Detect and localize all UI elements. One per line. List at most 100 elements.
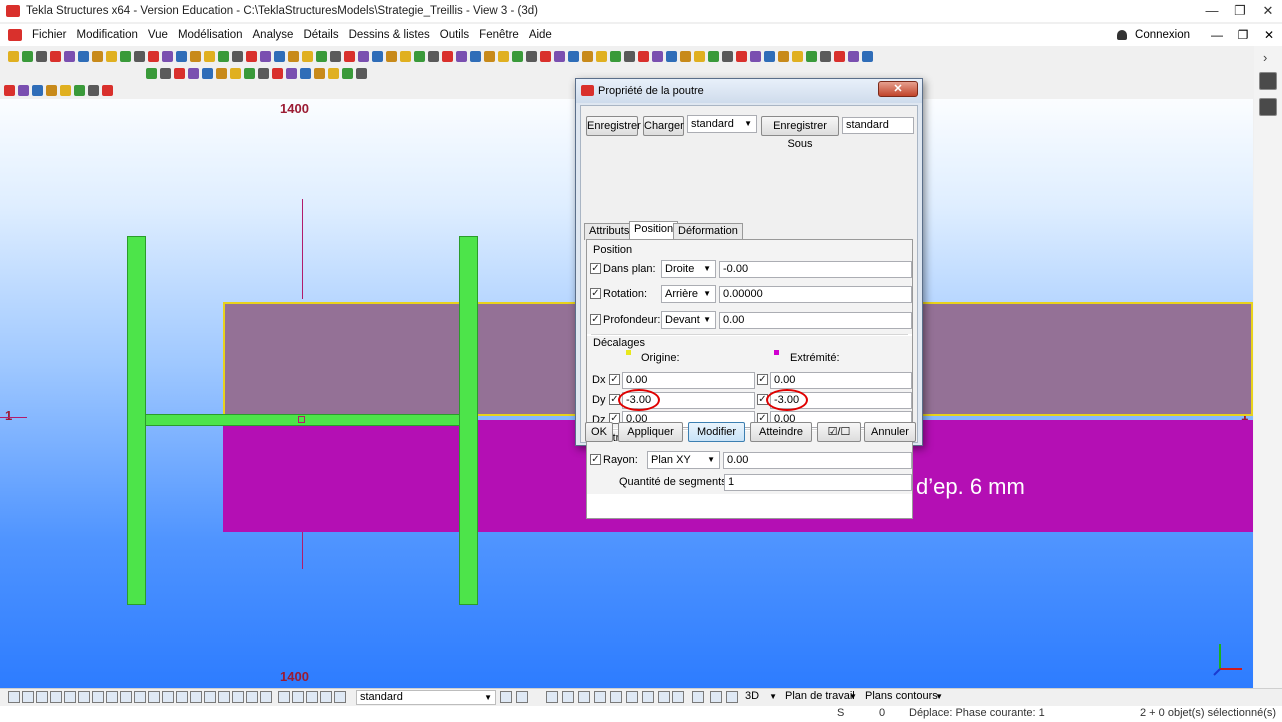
toolbar-tool-icon[interactable] <box>190 50 201 62</box>
toolbar-tool-icon[interactable] <box>652 50 663 62</box>
toolbar-tool-icon[interactable] <box>302 50 313 62</box>
selection-switch-icon[interactable] <box>92 691 104 703</box>
dialog-close-button[interactable]: ✕ <box>878 81 918 97</box>
dans-plan-value[interactable]: -0.00 <box>719 261 912 278</box>
selection-switch-icon[interactable] <box>516 691 528 703</box>
checkbox-rayon[interactable]: ✓ <box>590 454 601 465</box>
selection-switch-icon[interactable] <box>306 691 318 703</box>
attribute-set-select[interactable]: standard ▼ <box>687 115 757 133</box>
toolbar-tool-icon[interactable] <box>428 50 439 62</box>
selection-switch-icon[interactable] <box>50 691 62 703</box>
toolbar-tool-icon[interactable] <box>160 67 171 79</box>
toggle-all-button[interactable]: ☑/☐ <box>817 422 861 442</box>
selection-filter-select[interactable]: standard ▼ <box>356 690 496 705</box>
get-button[interactable]: Atteindre <box>750 422 812 442</box>
menu-outils[interactable]: Outils <box>440 29 469 41</box>
minimize-button[interactable]: — <box>1198 0 1226 22</box>
h-profile-left-flange[interactable] <box>127 236 146 605</box>
selection-switch-icon[interactable] <box>610 691 622 703</box>
toolbar-tool-icon[interactable] <box>764 50 775 62</box>
menu-analyse[interactable]: Analyse <box>253 29 294 41</box>
plane-select[interactable]: Plan XY ▼ <box>647 451 720 469</box>
contour-planes-select[interactable]: Plans contours ▼ <box>862 690 946 705</box>
selection-switch-icon[interactable] <box>546 691 558 703</box>
toolbar-tool-icon[interactable] <box>272 67 283 79</box>
selection-switch-icon[interactable] <box>204 691 216 703</box>
checkbox-dx-end[interactable]: ✓ <box>757 374 768 385</box>
toolbar-tool-icon[interactable] <box>342 67 353 79</box>
toolbar-tool-icon[interactable] <box>848 50 859 62</box>
menu-aide[interactable]: Aide <box>529 29 552 41</box>
menu-details[interactable]: Détails <box>303 29 338 41</box>
toolbar-tool-icon[interactable] <box>4 84 15 96</box>
maximize-button[interactable]: ❐ <box>1226 0 1254 22</box>
toolbar-tool-icon[interactable] <box>568 50 579 62</box>
segments-field[interactable]: 1 <box>724 474 912 491</box>
selection-switch-icon[interactable] <box>162 691 174 703</box>
save-button[interactable]: Enregistrer <box>586 116 641 136</box>
tab-attributs[interactable]: Attributs <box>584 223 635 240</box>
toolbar-tool-icon[interactable] <box>106 50 117 62</box>
toolbar-tool-icon[interactable] <box>148 50 159 62</box>
toolbar-tool-icon[interactable] <box>244 67 255 79</box>
toolbar-tool-icon[interactable] <box>806 50 817 62</box>
toolbar-tool-icon[interactable] <box>820 50 831 62</box>
selection-switch-icon[interactable] <box>22 691 34 703</box>
toolbar-tool-icon[interactable] <box>174 67 185 79</box>
radius-field[interactable]: 0.00 <box>723 452 912 469</box>
selection-switch-icon[interactable] <box>726 691 738 703</box>
selection-switch-icon[interactable] <box>148 691 160 703</box>
apply-button[interactable]: Appliquer <box>618 422 683 442</box>
selection-switch-icon[interactable] <box>78 691 90 703</box>
selection-switch-icon[interactable] <box>246 691 258 703</box>
toolbar-tool-icon[interactable] <box>300 67 311 79</box>
toolbar-tool-icon[interactable] <box>74 84 85 96</box>
selection-switch-icon[interactable] <box>642 691 654 703</box>
toolbar-tool-icon[interactable] <box>722 50 733 62</box>
toolbar-tool-icon[interactable] <box>188 67 199 79</box>
toolbar-tool-icon[interactable] <box>512 50 523 62</box>
toolbar-tool-icon[interactable] <box>470 50 481 62</box>
view-mode-select[interactable]: 3D ▼ <box>742 690 780 705</box>
selection-switch-icon[interactable] <box>334 691 346 703</box>
checkbox-rotation[interactable]: ✓ <box>590 288 601 299</box>
toolbar-tool-icon[interactable] <box>484 50 495 62</box>
toolbar-tool-icon[interactable] <box>146 67 157 79</box>
toolbar-tool-icon[interactable] <box>456 50 467 62</box>
toolbar-tool-icon[interactable] <box>708 50 719 62</box>
toolbar-tool-icon[interactable] <box>88 84 99 96</box>
profondeur-select[interactable]: Devant ▼ <box>661 311 716 329</box>
save-as-name-field[interactable]: standard <box>842 117 914 134</box>
close-window-button[interactable]: ✕ <box>1254 0 1282 22</box>
toolbar-tool-icon[interactable] <box>582 50 593 62</box>
checkbox-dans-plan[interactable]: ✓ <box>590 263 601 274</box>
toolbar-tool-icon[interactable] <box>258 67 269 79</box>
toolbar-tool-icon[interactable] <box>540 50 551 62</box>
selection-switch-icon[interactable] <box>260 691 272 703</box>
toolbar-tool-icon[interactable] <box>216 67 227 79</box>
toolbar-tool-icon[interactable] <box>344 50 355 62</box>
toolbar-tool-icon[interactable] <box>286 67 297 79</box>
menu-fenetre[interactable]: Fenêtre <box>479 29 519 41</box>
toolbar-tool-icon[interactable] <box>32 84 43 96</box>
toolbar-tool-icon[interactable] <box>120 50 131 62</box>
toolbar-tool-icon[interactable] <box>386 50 397 62</box>
cube-icon[interactable] <box>1259 72 1277 90</box>
toolbar-tool-icon[interactable] <box>50 50 61 62</box>
toolbar-tool-icon[interactable] <box>92 50 103 62</box>
toolbar-tool-icon[interactable] <box>400 50 411 62</box>
modify-button[interactable]: Modifier <box>688 422 745 442</box>
doc-restore-button[interactable]: ❐ <box>1230 28 1256 42</box>
chevron-right-icon[interactable]: › <box>1263 50 1267 65</box>
selection-switch-icon[interactable] <box>176 691 188 703</box>
toolbar-tool-icon[interactable] <box>666 50 677 62</box>
selection-switch-icon[interactable] <box>500 691 512 703</box>
save-as-button[interactable]: Enregistrer Sous <box>761 116 839 150</box>
toolbar-tool-icon[interactable] <box>204 50 215 62</box>
doc-minimize-button[interactable]: — <box>1204 28 1230 42</box>
toolbar-tool-icon[interactable] <box>328 67 339 79</box>
toolbar-tool-icon[interactable] <box>442 50 453 62</box>
selection-switch-icon[interactable] <box>320 691 332 703</box>
toolbar-tool-icon[interactable] <box>316 50 327 62</box>
selection-switch-icon[interactable] <box>218 691 230 703</box>
